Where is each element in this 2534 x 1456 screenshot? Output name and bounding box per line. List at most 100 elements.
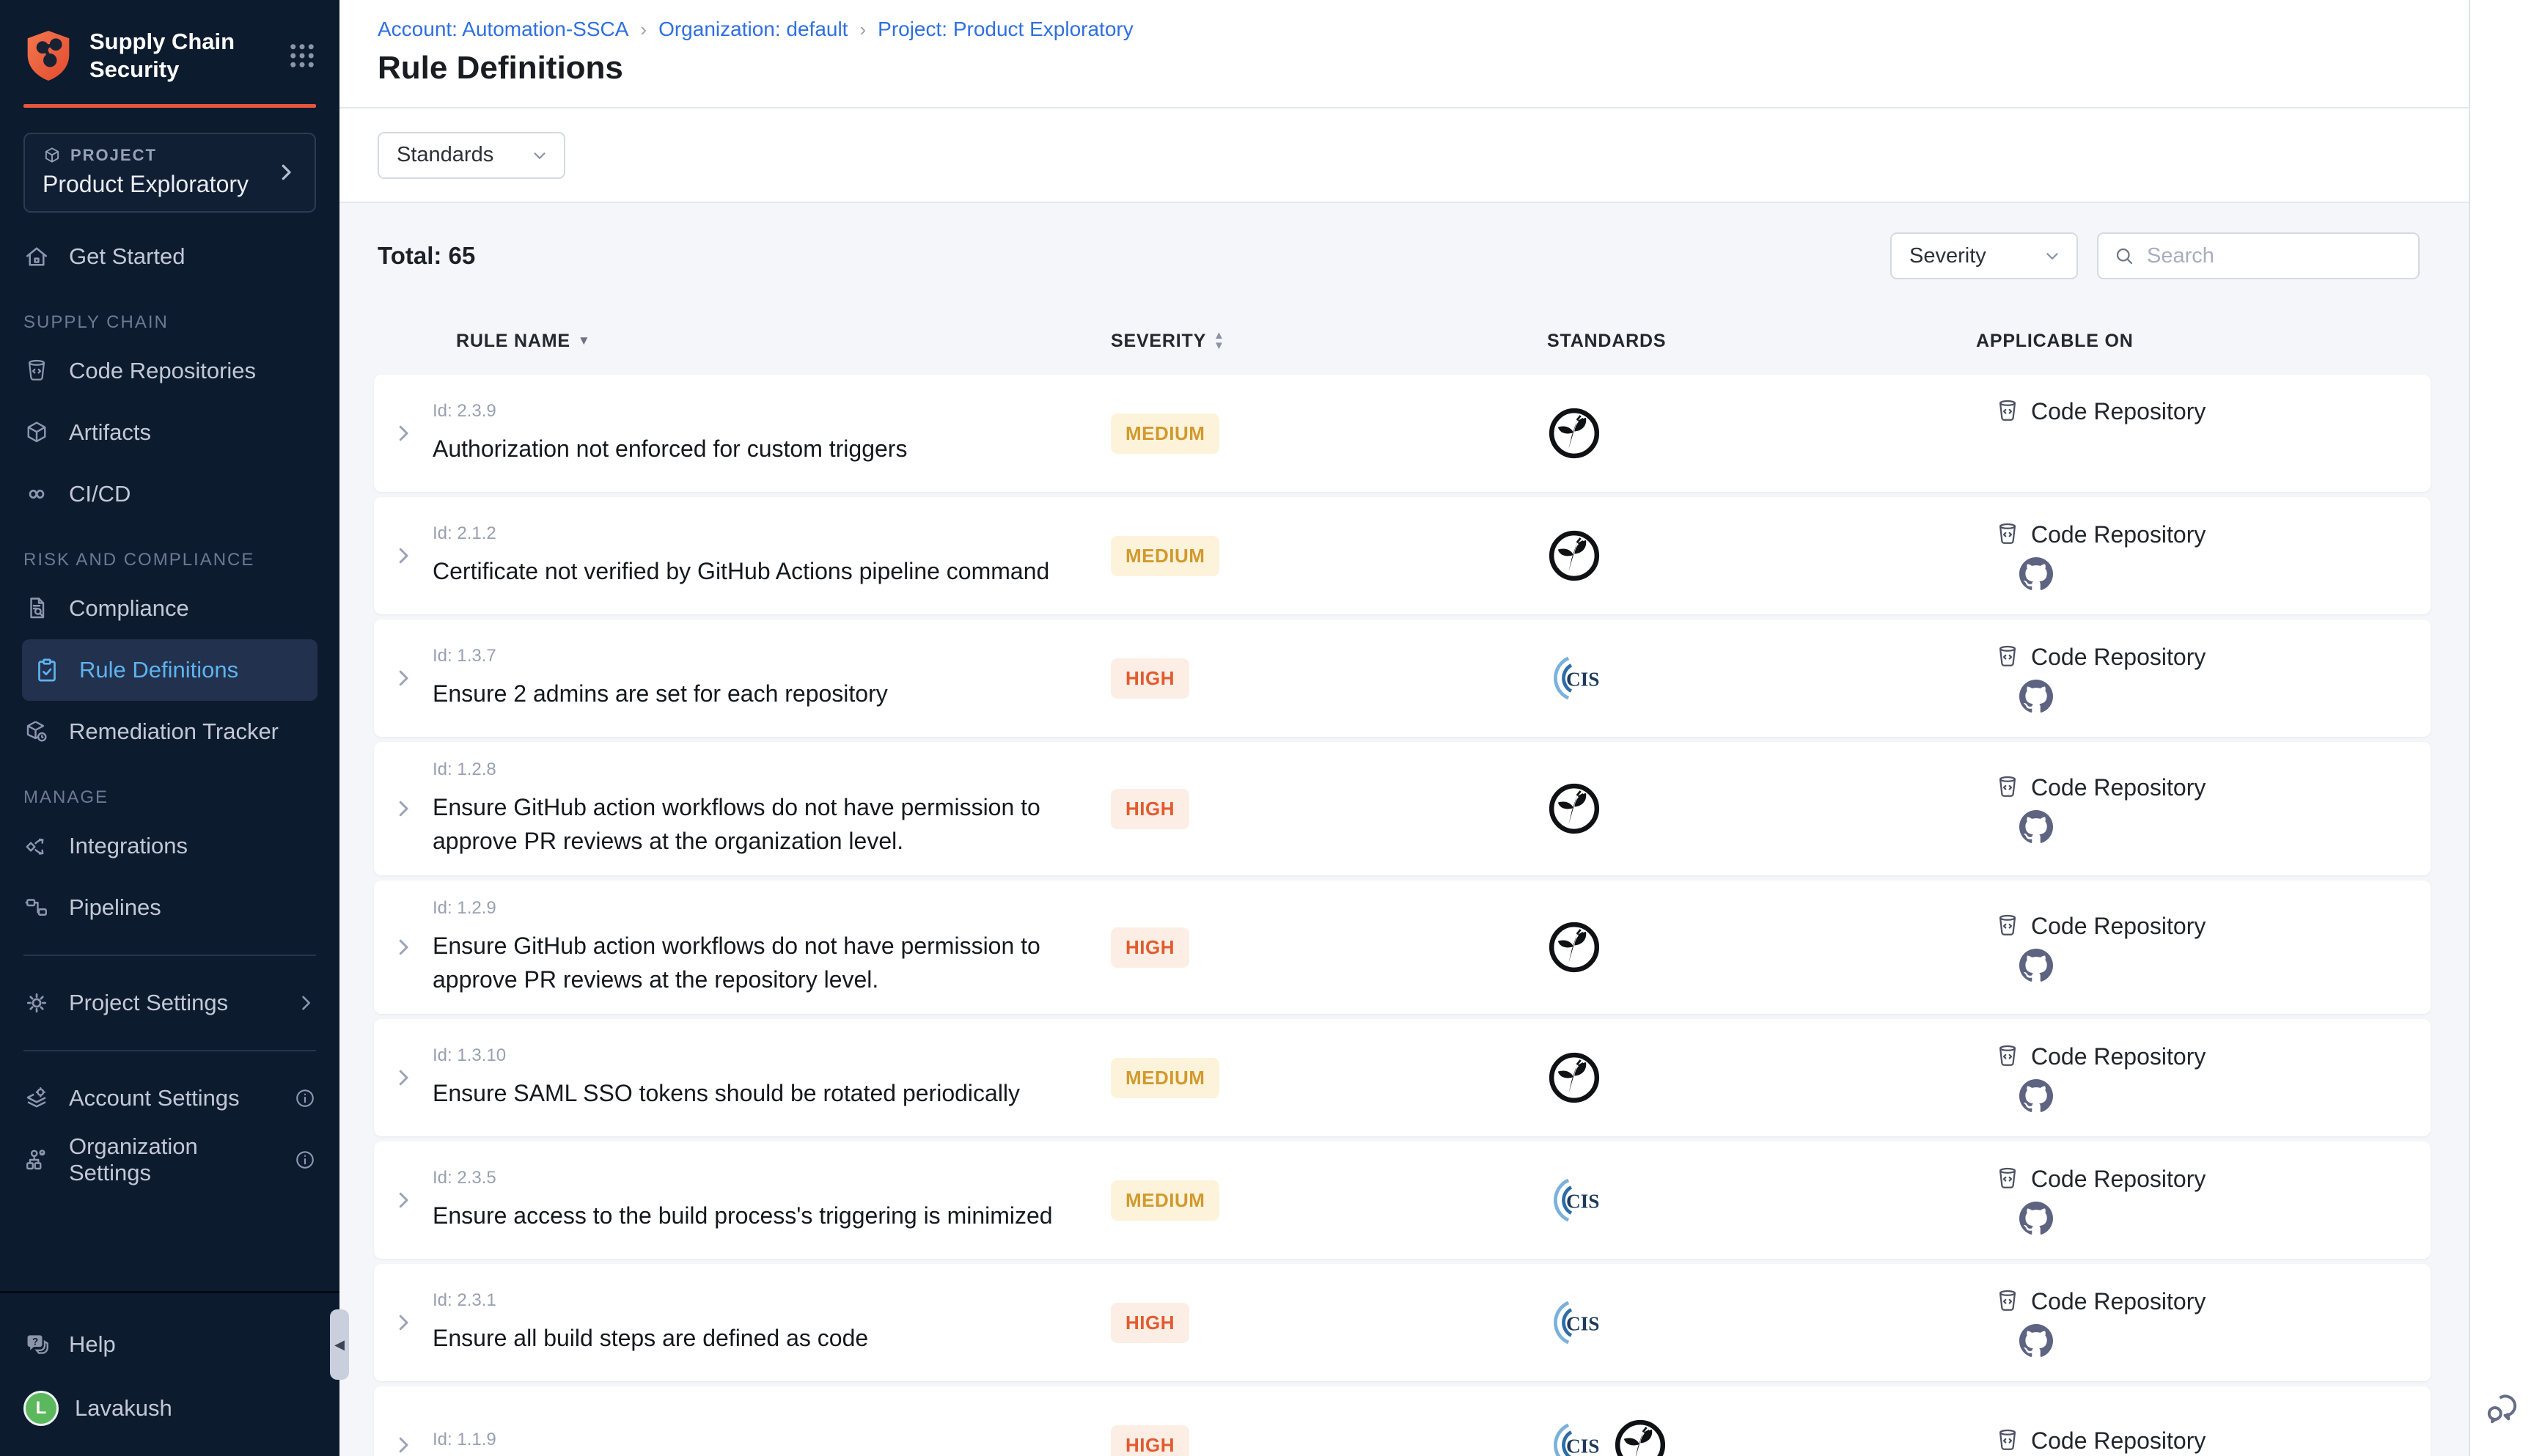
owasp-standard-icon bbox=[1613, 1418, 1667, 1456]
sidebar-item-label: Account Settings bbox=[69, 1085, 240, 1111]
table-row[interactable]: Id: 1.3.7 Ensure 2 admins are set for ea… bbox=[374, 619, 2431, 737]
standards-filter-dropdown[interactable]: Standards bbox=[378, 132, 565, 179]
sidebar-item-organization-settings[interactable]: Organization Settings bbox=[10, 1129, 329, 1191]
rules-panel: Total: 65 Severity RULE NA bbox=[339, 203, 2469, 1456]
row-expand-chevron-icon[interactable] bbox=[392, 1312, 414, 1334]
table-row[interactable]: Id: 2.3.9 Authorization not enforced for… bbox=[374, 375, 2431, 492]
rule-name: Ensure all build steps are defined as co… bbox=[433, 1321, 1100, 1355]
row-expand-chevron-icon[interactable] bbox=[392, 667, 414, 689]
sidebar-collapse-handle[interactable]: ◀ bbox=[330, 1309, 349, 1380]
breadcrumb-separator: › bbox=[640, 18, 647, 41]
sidebar-item-label: Help bbox=[69, 1331, 116, 1358]
document-search-icon bbox=[23, 595, 50, 622]
sidebar-item-account-settings[interactable]: Account Settings bbox=[10, 1067, 329, 1129]
info-icon[interactable] bbox=[294, 1149, 316, 1171]
applicable-on-label: Code Repository bbox=[2031, 1043, 2206, 1070]
table-row[interactable]: Id: 1.2.8 Ensure GitHub action workflows… bbox=[374, 742, 2431, 875]
provider-icons bbox=[2019, 557, 2431, 591]
info-icon[interactable] bbox=[294, 1087, 316, 1109]
code-repository-icon bbox=[1994, 774, 2021, 801]
severity-filter-dropdown[interactable]: Severity bbox=[1890, 232, 2078, 279]
sidebar-item-compliance[interactable]: Compliance bbox=[10, 578, 329, 639]
table-row[interactable]: Id: 1.3.10 Ensure SAML SSO tokens should… bbox=[374, 1019, 2431, 1136]
page-title: Rule Definitions bbox=[378, 50, 2469, 87]
cube-icon bbox=[23, 419, 50, 446]
severity-badge: HIGH bbox=[1111, 658, 1189, 699]
sidebar-item-label: Artifacts bbox=[69, 419, 151, 446]
svg-text:CIS: CIS bbox=[1566, 1435, 1599, 1456]
severity-badge: MEDIUM bbox=[1111, 1180, 1219, 1221]
standards-icons bbox=[1466, 782, 1906, 836]
main-content: Account: Automation-SSCA › Organization:… bbox=[339, 0, 2469, 1456]
row-expand-chevron-icon[interactable] bbox=[392, 1434, 414, 1456]
column-standards: STANDARDS bbox=[1466, 331, 1906, 352]
rule-id: Id: 1.1.9 bbox=[433, 1430, 1100, 1450]
owasp-standard-icon bbox=[1547, 1051, 1601, 1105]
module-grid-icon[interactable] bbox=[287, 40, 317, 71]
table-row[interactable]: Id: 2.1.2 Certificate not verified by Gi… bbox=[374, 497, 2431, 614]
standards-icons: CIS bbox=[1466, 650, 1906, 706]
github-icon bbox=[2019, 557, 2053, 591]
sidebar: Supply Chain Security PROJECT Product Ex… bbox=[0, 0, 339, 1456]
applicable-on-label: Code Repository bbox=[2031, 521, 2206, 548]
applicable-on-label: Code Repository bbox=[2031, 398, 2206, 425]
severity-badge: MEDIUM bbox=[1111, 413, 1219, 454]
sidebar-item-get-started[interactable]: Get Started bbox=[10, 226, 329, 287]
sidebar-item-integrations[interactable]: Integrations bbox=[10, 815, 329, 877]
column-rule-name[interactable]: RULE NAME ▼ bbox=[433, 331, 1100, 352]
search-input[interactable] bbox=[2147, 244, 2403, 268]
cis-standard-icon: CIS bbox=[1547, 650, 1603, 706]
row-expand-chevron-icon[interactable] bbox=[392, 545, 414, 567]
nav-section-manage: MANAGE bbox=[23, 787, 316, 808]
standards-icons bbox=[1466, 406, 1906, 460]
chevron-right-icon bbox=[295, 993, 316, 1013]
cis-standard-icon: CIS bbox=[1547, 1417, 1603, 1456]
sidebar-item-cicd[interactable]: CI/CD bbox=[10, 463, 329, 525]
table-row[interactable]: Id: 1.1.9 HIGH CIS Code Repository bbox=[374, 1386, 2431, 1456]
user-menu[interactable]: L Lavakush bbox=[23, 1375, 316, 1441]
row-expand-chevron-icon[interactable] bbox=[392, 936, 414, 958]
sidebar-item-label: Project Settings bbox=[69, 990, 228, 1016]
column-severity[interactable]: SEVERITY ▲▼ bbox=[1100, 331, 1466, 352]
github-icon bbox=[2019, 1079, 2053, 1113]
table-row[interactable]: Id: 1.2.9 Ensure GitHub action workflows… bbox=[374, 880, 2431, 1014]
chat-support-icon[interactable] bbox=[2482, 1389, 2523, 1430]
sidebar-item-artifacts[interactable]: Artifacts bbox=[10, 402, 329, 463]
sidebar-item-label: Code Repositories bbox=[69, 358, 256, 384]
row-expand-chevron-icon[interactable] bbox=[392, 798, 414, 820]
code-repository-icon bbox=[1994, 1427, 2021, 1454]
code-repository-icon bbox=[1994, 1288, 2021, 1315]
row-expand-chevron-icon[interactable] bbox=[392, 1067, 414, 1089]
project-selector[interactable]: PROJECT Product Exploratory bbox=[23, 133, 316, 213]
divider bbox=[23, 1050, 316, 1051]
code-repository-icon bbox=[1994, 1043, 2021, 1070]
code-repository-bucket bbox=[1994, 1166, 2021, 1192]
applicable-on-label: Code Repository bbox=[2031, 913, 2206, 940]
sidebar-item-project-settings[interactable]: Project Settings bbox=[10, 972, 329, 1034]
code-repository-bucket bbox=[1994, 398, 2021, 424]
sidebar-item-code-repositories[interactable]: Code Repositories bbox=[10, 340, 329, 402]
rule-name: Ensure GitHub action workflows do not ha… bbox=[433, 790, 1100, 858]
sidebar-item-pipelines[interactable]: Pipelines bbox=[10, 877, 329, 938]
rule-id: Id: 2.1.2 bbox=[433, 523, 1100, 544]
breadcrumb-project-link[interactable]: Project: Product Exploratory bbox=[878, 18, 1134, 41]
provider-icons bbox=[2019, 680, 2431, 713]
sidebar-item-label: CI/CD bbox=[69, 481, 131, 507]
sidebar-item-rule-definitions[interactable]: Rule Definitions bbox=[22, 639, 317, 701]
sidebar-item-remediation-tracker[interactable]: Remediation Tracker bbox=[10, 701, 329, 762]
table-row[interactable]: Id: 2.3.1 Ensure all build steps are def… bbox=[374, 1264, 2431, 1381]
breadcrumb-account-link[interactable]: Account: Automation-SSCA bbox=[378, 18, 628, 41]
rule-name: Ensure GitHub action workflows do not ha… bbox=[433, 929, 1100, 996]
github-icon bbox=[2019, 1202, 2053, 1235]
severity-badge: MEDIUM bbox=[1111, 536, 1219, 576]
rule-name: Ensure 2 admins are set for each reposit… bbox=[433, 677, 1100, 710]
table-row[interactable]: Id: 2.3.5 Ensure access to the build pro… bbox=[374, 1141, 2431, 1259]
row-expand-chevron-icon[interactable] bbox=[392, 1189, 414, 1211]
right-rail bbox=[2469, 0, 2534, 1456]
breadcrumb-organization-link[interactable]: Organization: default bbox=[658, 18, 848, 41]
owasp-standard-icon bbox=[1547, 782, 1601, 836]
code-repository-bucket bbox=[1994, 1288, 2021, 1315]
sidebar-item-help[interactable]: ? Help bbox=[10, 1314, 329, 1375]
row-expand-chevron-icon[interactable] bbox=[392, 422, 414, 444]
breadcrumb-separator: › bbox=[859, 18, 866, 41]
